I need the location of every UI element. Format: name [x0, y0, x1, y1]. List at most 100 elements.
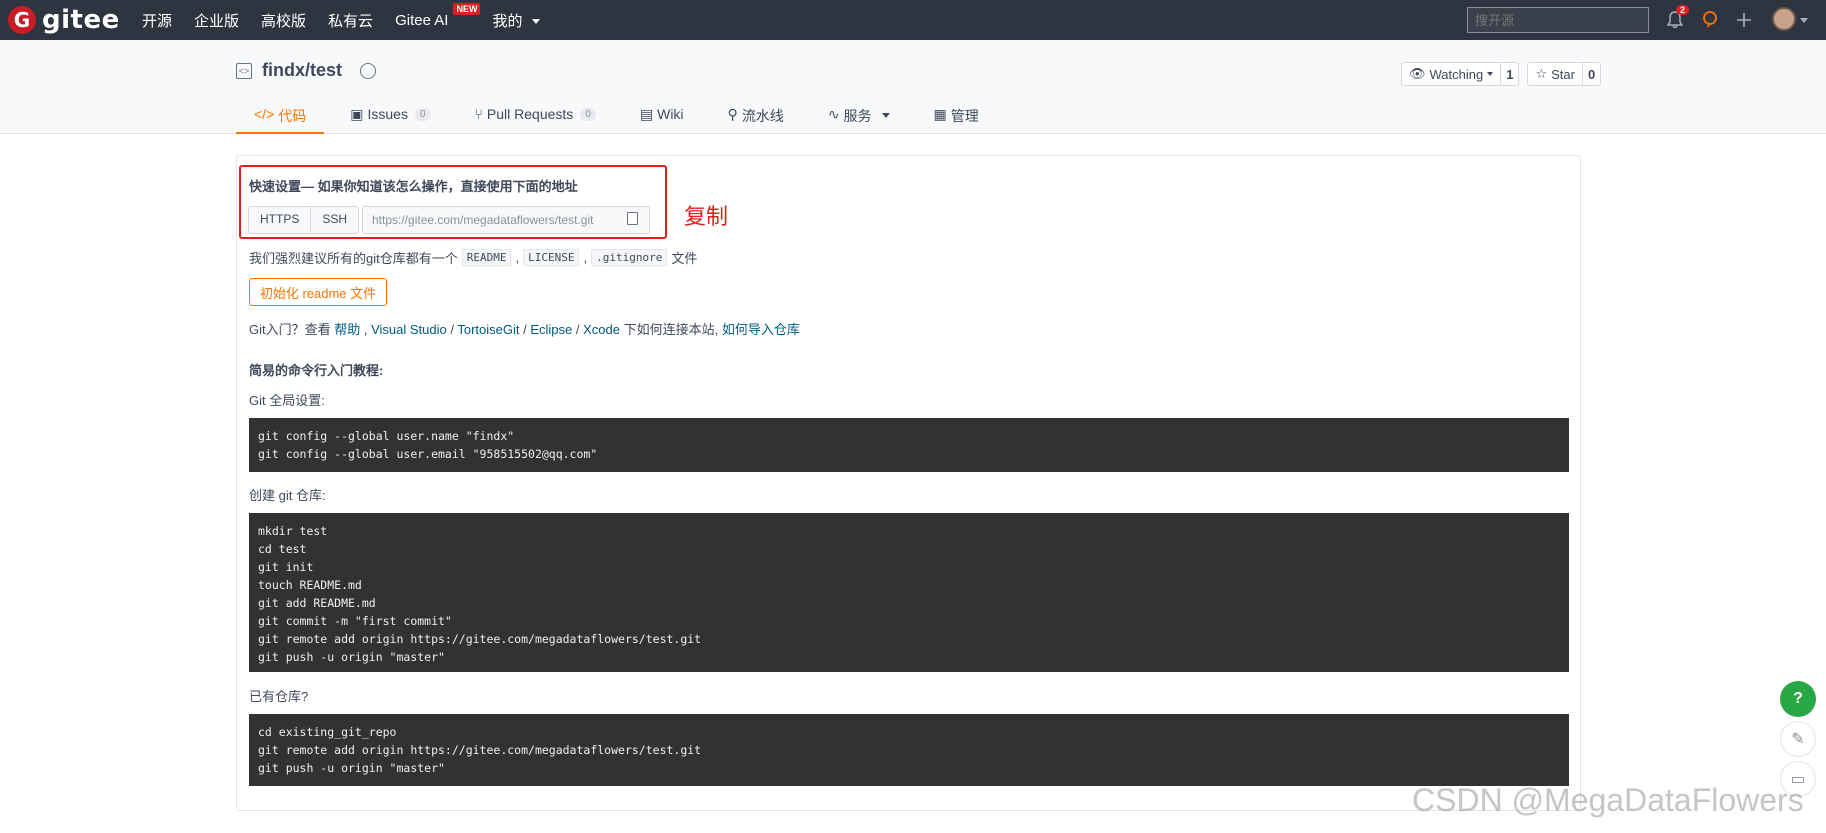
help-link[interactable]: 帮助 [334, 322, 360, 337]
recommend-text: 我们强烈建议所有的git仓库都有一个 README , LICENSE , .g… [249, 248, 697, 267]
repo-title-row: <> findx/test [236, 60, 377, 81]
bell-icon[interactable]: 2 [1664, 5, 1690, 31]
watermark: CSDN @MegaDataFlowers [1412, 782, 1804, 818]
chevron-down-icon [1487, 72, 1494, 76]
code-icon: </> [254, 106, 275, 122]
clone-url-field[interactable]: https://gitee.com/megadataflowers/test.g… [362, 206, 650, 234]
https-button[interactable]: HTTPS [249, 207, 312, 233]
eclipse-link[interactable]: Eclipse [530, 322, 572, 337]
tab-service[interactable]: ∿ 服务 [810, 96, 908, 134]
code-line: git config --global user.email "95851550… [258, 447, 598, 461]
xcode-link[interactable]: Xcode [583, 322, 620, 337]
manage-icon: ▦ [933, 106, 947, 122]
watch-label: Watching [1429, 66, 1484, 82]
star-button[interactable]: ☆ Star [1528, 63, 1583, 85]
git-intro-text: Git入门？查看 帮助 , Visual Studio / TortoiseGi… [249, 322, 800, 337]
code-line: git remote add origin https://gitee.com/… [258, 743, 702, 757]
git-intro-mid: 下如何连接本站, [619, 322, 722, 337]
code-line: git config --global user.name "findx" [258, 429, 515, 443]
gitee-logo-text: gitee [42, 5, 120, 35]
tab-wiki[interactable]: ▤ Wiki [622, 96, 702, 134]
wiki-icon: ▤ [639, 106, 654, 122]
nav-open-source[interactable]: 开源 [142, 10, 172, 31]
pipeline-icon: ⚲ [727, 106, 738, 122]
tab-manage-label: 管理 [950, 108, 979, 124]
protocol-switch: HTTPS SSH [248, 206, 360, 234]
code-line: git commit -m "first commit" [258, 614, 452, 628]
repo-badge-icon[interactable] [360, 62, 377, 79]
visual-studio-link[interactable]: Visual Studio [371, 322, 447, 337]
global-config-code: git config --global user.name "findx" gi… [249, 418, 1569, 472]
watch-button-group[interactable]: 👁 Watching 1 [1401, 62, 1520, 86]
feedback-button[interactable]: ✎ [1780, 721, 1816, 757]
idea-icon[interactable] [1699, 9, 1721, 31]
pull-request-icon: ⑂ [474, 106, 483, 122]
nav-education[interactable]: 高校版 [261, 10, 306, 31]
create-repo-label: 创建 git 仓库: [249, 488, 326, 503]
tab-pipeline-label: 流水线 [741, 108, 784, 124]
nav-gitee-ai[interactable]: Gitee AI NEW [395, 2, 481, 29]
plus-icon[interactable] [1733, 9, 1755, 31]
chevron-down-icon [531, 19, 540, 25]
issues-count: 0 [414, 108, 431, 121]
code-line: git push -u origin "master" [258, 650, 445, 664]
code-line: touch README.md [258, 578, 362, 592]
chevron-down-icon [881, 113, 890, 118]
edit-icon: ✎ [1791, 731, 1805, 748]
tab-pull-requests[interactable]: ⑂ Pull Requests 0 [457, 96, 614, 134]
nav-private-cloud[interactable]: 私有云 [328, 10, 373, 31]
init-readme-button[interactable]: 初始化 readme 文件 [249, 278, 387, 306]
tutorial-title: 简易的命令行入门教程: [249, 363, 384, 378]
notification-count: 2 [1676, 5, 1690, 15]
comma: , [583, 250, 588, 265]
help-button[interactable]: ? [1780, 681, 1816, 717]
star-count[interactable]: 0 [1583, 63, 1600, 85]
tortoisegit-link[interactable]: TortoiseGit [457, 322, 519, 337]
import-repo-link[interactable]: 如何导入仓库 [722, 322, 800, 337]
repo-tabs: </> 代码 ▣ Issues 0 ⑂ Pull Requests 0 ▤ Wi… [236, 96, 1005, 134]
star-button-group[interactable]: ☆ Star 0 [1527, 62, 1602, 86]
tab-pipeline[interactable]: ⚲ 流水线 [710, 96, 802, 134]
tab-code[interactable]: </> 代码 [236, 96, 325, 134]
ssh-button[interactable]: SSH [311, 207, 358, 233]
gitee-logo[interactable]: G gitee [8, 5, 120, 35]
license-file: LICENSE [523, 249, 580, 266]
code-line: git remote add origin https://gitee.com/… [258, 632, 702, 646]
existing-repo-label: 已有仓库? [249, 689, 309, 704]
tab-pull-requests-label: Pull Requests [486, 106, 574, 122]
star-label: Star [1551, 66, 1575, 82]
search-input[interactable] [1467, 7, 1649, 33]
repo-name[interactable]: findx/test [262, 60, 342, 81]
nav-mine-label: 我的 [492, 12, 523, 30]
code-line: cd test [258, 542, 307, 556]
nav-enterprise[interactable]: 企业版 [194, 10, 239, 31]
tab-issues[interactable]: ▣ Issues 0 [332, 96, 448, 134]
readme-file: README [461, 249, 512, 266]
code-line: git push -u origin "master" [258, 761, 445, 775]
tab-service-label: 服务 [843, 108, 872, 124]
recommend-prefix: 我们强烈建议所有的git仓库都有一个 [249, 251, 458, 266]
star-icon: ☆ [1535, 66, 1548, 81]
issues-icon: ▣ [350, 106, 364, 122]
top-navbar: G gitee 开源 企业版 高校版 私有云 Gitee AI NEW 我的 2 [0, 0, 1826, 40]
code-line: mkdir test [258, 524, 328, 538]
watch-button[interactable]: 👁 Watching [1402, 63, 1502, 85]
copy-icon[interactable] [627, 212, 638, 225]
global-config-label: Git 全局设置: [249, 393, 325, 408]
code-line: cd existing_git_repo [258, 725, 397, 739]
main-nav: 开源 企业版 高校版 私有云 Gitee AI NEW 我的 [142, 0, 562, 40]
repo-code-icon: <> [236, 62, 252, 79]
watch-count[interactable]: 1 [1501, 63, 1518, 85]
quick-setup-title: 快速设置— 如果你知道该怎么操作，直接使用下面的地址 [249, 179, 578, 194]
git-intro-prefix: Git入门？查看 [249, 322, 335, 337]
eye-icon: 👁 [1409, 66, 1426, 81]
code-line: git add README.md [258, 596, 376, 610]
existing-repo-code: cd existing_git_repo git remote add orig… [249, 714, 1569, 786]
tab-wiki-label: Wiki [657, 106, 684, 122]
copy-annotation: 复制 [684, 204, 729, 229]
avatar[interactable] [1772, 7, 1796, 31]
avatar-chevron-down-icon[interactable] [1800, 18, 1808, 23]
new-badge: NEW [453, 2, 481, 15]
nav-mine[interactable]: 我的 [492, 10, 540, 31]
tab-manage[interactable]: ▦ 管理 [916, 96, 997, 134]
